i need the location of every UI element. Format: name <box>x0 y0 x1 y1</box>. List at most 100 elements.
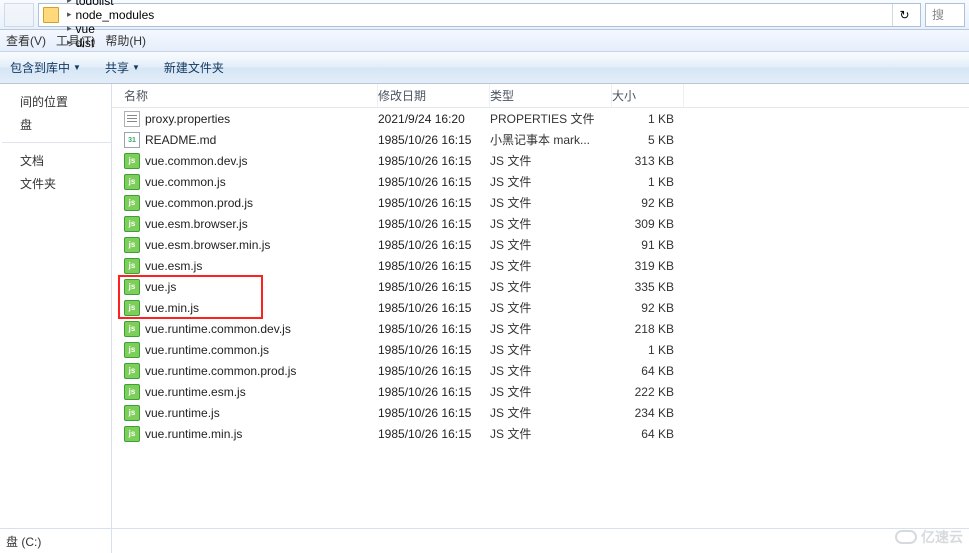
file-type: JS 文件 <box>490 425 612 442</box>
col-size-header[interactable]: 大小 <box>612 84 684 107</box>
file-row[interactable]: vue.esm.js1985/10/26 16:15JS 文件319 KB <box>112 255 969 276</box>
col-name-header[interactable]: 名称 <box>112 84 378 107</box>
file-type: JS 文件 <box>490 383 612 400</box>
file-date: 1985/10/26 16:15 <box>378 217 490 231</box>
file-name: vue.min.js <box>145 301 199 315</box>
sidebar-item[interactable]: 文档 <box>2 149 111 172</box>
file-name: vue.runtime.common.js <box>145 343 269 357</box>
cloud-icon <box>895 530 917 544</box>
search-placeholder: 搜 <box>932 6 944 23</box>
file-date: 1985/10/26 16:15 <box>378 406 490 420</box>
file-type: JS 文件 <box>490 257 612 274</box>
file-row[interactable]: vue.esm.browser.js1985/10/26 16:15JS 文件3… <box>112 213 969 234</box>
file-type: JS 文件 <box>490 320 612 337</box>
file-name: proxy.properties <box>145 112 230 126</box>
menu-view[interactable]: 查看(V) <box>6 32 46 49</box>
file-name: vue.runtime.min.js <box>145 427 242 441</box>
sidebar-item[interactable]: 文件夹 <box>2 172 111 195</box>
file-size: 91 KB <box>612 238 684 252</box>
file-row[interactable]: vue.common.js1985/10/26 16:15JS 文件1 KB <box>112 171 969 192</box>
file-type: JS 文件 <box>490 236 612 253</box>
menu-tools[interactable]: 工具(T) <box>56 32 95 49</box>
main: 间的位置 盘 文档 文件夹 名称 修改日期 类型 大小 proxy.proper… <box>0 84 969 529</box>
toolbar: 包含到库中 ▼ 共享 ▼ 新建文件夹 <box>0 52 969 84</box>
include-in-library-button[interactable]: 包含到库中 ▼ <box>10 59 81 76</box>
sidebar-item[interactable]: 间的位置 <box>2 90 111 113</box>
file-icon <box>124 300 140 316</box>
new-folder-button[interactable]: 新建文件夹 <box>164 59 224 76</box>
folder-icon <box>43 7 59 23</box>
file-row[interactable]: vue.esm.browser.min.js1985/10/26 16:15JS… <box>112 234 969 255</box>
file-icon <box>124 405 140 421</box>
file-icon <box>124 363 140 379</box>
file-row[interactable]: vue.runtime.js1985/10/26 16:15JS 文件234 K… <box>112 402 969 423</box>
file-type: JS 文件 <box>490 215 612 232</box>
file-name: README.md <box>145 133 216 147</box>
col-date-header[interactable]: 修改日期 <box>378 84 490 107</box>
chevron-down-icon: ▼ <box>73 63 81 72</box>
file-date: 1985/10/26 16:15 <box>378 322 490 336</box>
file-size: 1 KB <box>612 175 684 189</box>
watermark: 亿速云 <box>895 527 963 547</box>
file-name: vue.esm.js <box>145 259 202 273</box>
file-size: 222 KB <box>612 385 684 399</box>
file-icon <box>124 153 140 169</box>
file-icon <box>124 237 140 253</box>
file-size: 1 KB <box>612 343 684 357</box>
file-date: 1985/10/26 16:15 <box>378 427 490 441</box>
divider <box>0 528 969 529</box>
file-date: 1985/10/26 16:15 <box>378 196 490 210</box>
file-row[interactable]: vue.runtime.common.prod.js1985/10/26 16:… <box>112 360 969 381</box>
file-row[interactable]: vue.runtime.min.js1985/10/26 16:15JS 文件6… <box>112 423 969 444</box>
file-size: 92 KB <box>612 301 684 315</box>
file-date: 1985/10/26 16:15 <box>378 259 490 273</box>
menu-bar: 查看(V) 工具(T) 帮助(H) <box>0 30 969 52</box>
file-row[interactable]: vue.js1985/10/26 16:15JS 文件335 KB <box>112 276 969 297</box>
nav-back-button[interactable] <box>4 3 34 27</box>
file-icon <box>124 216 140 232</box>
file-name: vue.runtime.esm.js <box>145 385 246 399</box>
file-row[interactable]: vue.runtime.esm.js 1985/10/26 16:15JS 文件2… <box>112 381 969 402</box>
file-name: vue.common.dev.js <box>145 154 248 168</box>
file-type: PROPERTIES 文件 <box>490 110 612 127</box>
col-type-header[interactable]: 类型 <box>490 84 612 107</box>
sidebar: 间的位置 盘 文档 文件夹 <box>0 84 112 529</box>
file-icon <box>124 279 140 295</box>
file-type: JS 文件 <box>490 299 612 316</box>
file-name: vue.common.js <box>145 175 226 189</box>
file-icon <box>124 258 140 274</box>
search-input[interactable]: 搜 <box>925 3 965 27</box>
breadcrumb-segment[interactable]: ▸todolist <box>63 0 158 8</box>
file-name: vue.js <box>145 280 176 294</box>
breadcrumb-segment[interactable]: ▸node_modules <box>63 8 158 22</box>
file-row[interactable]: vue.min.js1985/10/26 16:15JS 文件92 KB <box>112 297 969 318</box>
chevron-down-icon: ▼ <box>132 63 140 72</box>
file-type: JS 文件 <box>490 362 612 379</box>
file-list[interactable]: 名称 修改日期 类型 大小 proxy.properties2021/9/24 … <box>112 84 969 529</box>
drive-label[interactable]: 盘 (C:) <box>0 529 112 553</box>
file-row[interactable]: proxy.properties2021/9/24 16:20PROPERTIE… <box>112 108 969 129</box>
file-row[interactable]: vue.common.dev.js1985/10/26 16:15JS 文件31… <box>112 150 969 171</box>
file-date: 1985/10/26 16:15 <box>378 133 490 147</box>
file-icon <box>124 195 140 211</box>
share-button[interactable]: 共享 ▼ <box>105 59 140 76</box>
sidebar-item[interactable]: 盘 <box>2 113 111 136</box>
breadcrumb[interactable]: ▸VUE▸todolist▸node_modules▸vue▸dist ↻ <box>38 3 921 27</box>
file-date: 1985/10/26 16:15 <box>378 364 490 378</box>
file-size: 234 KB <box>612 406 684 420</box>
file-row[interactable]: vue.runtime.common.dev.js1985/10/26 16:1… <box>112 318 969 339</box>
refresh-button[interactable]: ↻ <box>892 4 916 26</box>
file-icon <box>124 174 140 190</box>
menu-help[interactable]: 帮助(H) <box>105 32 146 49</box>
file-type: JS 文件 <box>490 194 612 211</box>
file-date: 1985/10/26 16:15 <box>378 280 490 294</box>
sidebar-divider <box>2 142 111 143</box>
file-date: 1985/10/26 16:15 <box>378 154 490 168</box>
file-row[interactable]: vue.runtime.common.js1985/10/26 16:15JS … <box>112 339 969 360</box>
file-row[interactable]: vue.common.prod.js1985/10/26 16:15JS 文件9… <box>112 192 969 213</box>
file-row[interactable]: README.md1985/10/26 16:15小黑记事本 mark...5 … <box>112 129 969 150</box>
column-headers: 名称 修改日期 类型 大小 <box>112 84 969 108</box>
file-type: JS 文件 <box>490 278 612 295</box>
file-date: 1985/10/26 16:15 <box>378 385 490 399</box>
file-type: JS 文件 <box>490 152 612 169</box>
